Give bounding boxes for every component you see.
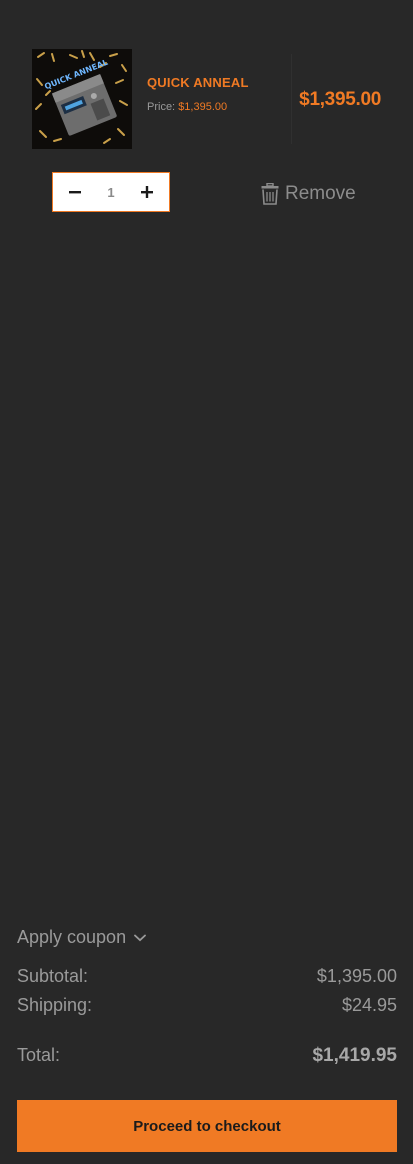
total-value: $1,419.95	[312, 1045, 397, 1066]
unit-price-label: Price:	[147, 101, 176, 113]
remove-label: Remove	[285, 183, 356, 204]
chevron-down-icon	[134, 934, 146, 941]
quantity-stepper: 1	[52, 172, 170, 212]
product-photo: QUICK ANNEAL	[32, 49, 132, 149]
decrease-quantity-button[interactable]	[55, 173, 95, 211]
product-image[interactable]: QUICK ANNEAL	[32, 49, 132, 149]
product-name[interactable]: QUICK ANNEAL	[147, 75, 249, 90]
line-total: $1,395.00	[299, 89, 381, 110]
shipping-label: Shipping:	[17, 995, 93, 1015]
item-divider	[291, 54, 292, 144]
apply-coupon-toggle[interactable]: Apply coupon	[17, 927, 146, 948]
subtotal-value: $1,395.00	[316, 966, 397, 986]
shipping-value: $24.95	[341, 995, 397, 1015]
subtotal-label: Subtotal:	[17, 966, 89, 986]
plus-icon	[141, 186, 153, 198]
unit-price: Price: $1,395.00	[147, 101, 227, 113]
minus-icon	[69, 191, 81, 194]
proceed-to-checkout-button[interactable]: Proceed to checkout	[17, 1100, 397, 1152]
subtotal-row: Subtotal: $1,395.00	[17, 966, 397, 987]
unit-price-value: $1,395.00	[178, 101, 228, 113]
cart-item: QUICK ANNEAL QUICK ANNEAL Price: $1,395.…	[0, 49, 413, 149]
increase-quantity-button[interactable]	[127, 173, 167, 211]
total-label: Total:	[17, 1045, 61, 1065]
trash-icon	[261, 183, 279, 205]
shipping-row: Shipping: $24.95	[17, 995, 397, 1016]
total-row: Total: $1,419.95	[17, 1045, 397, 1067]
quantity-input[interactable]: 1	[93, 173, 129, 211]
coupon-label: Apply coupon	[17, 927, 127, 947]
remove-button[interactable]: Remove	[261, 182, 356, 206]
